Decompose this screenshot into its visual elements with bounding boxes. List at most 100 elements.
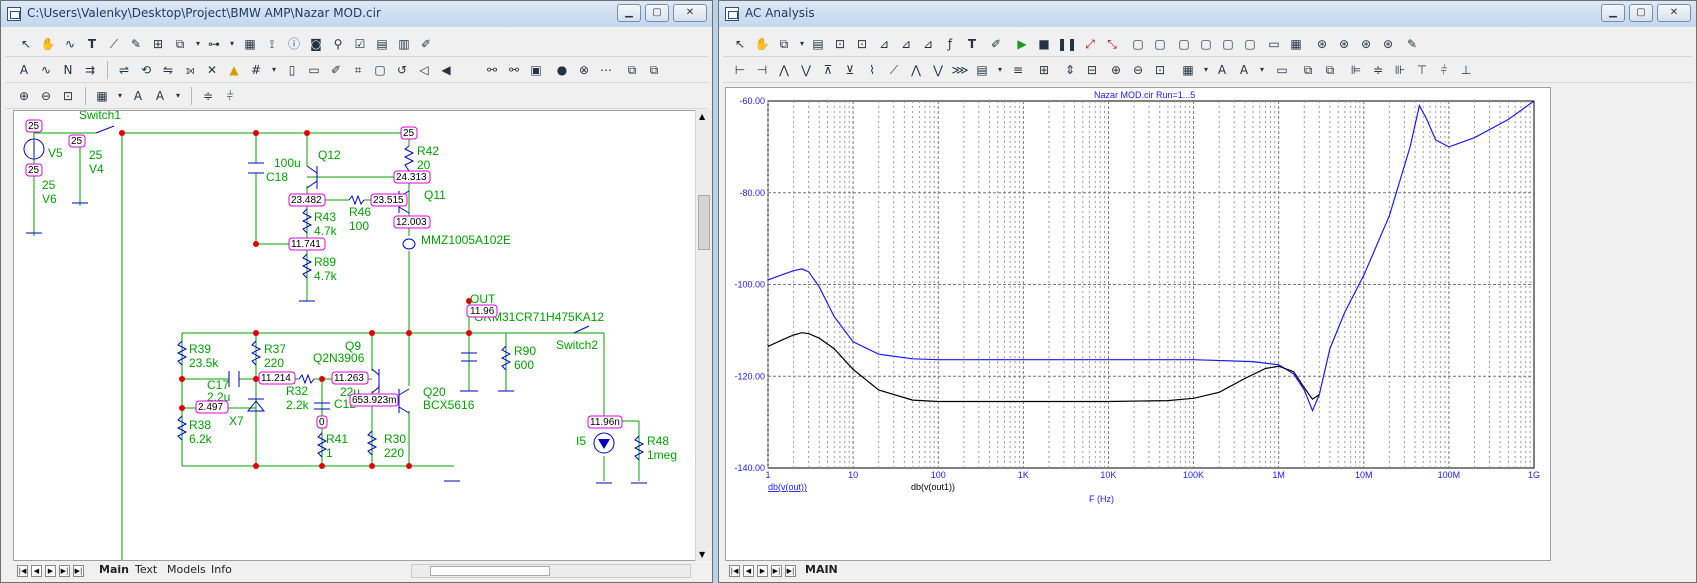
node-voltage-icon[interactable]: ∿: [37, 61, 55, 79]
zoom-fit-icon[interactable]: ⊡: [59, 87, 77, 105]
maximize-button[interactable]: ▢: [645, 4, 669, 22]
analysis-vertical-scrollbar[interactable]: [1551, 87, 1568, 561]
nav-prev[interactable]: ◀: [31, 565, 42, 577]
tokens-icon[interactable]: ⊟: [1083, 61, 1101, 79]
text-tool-icon[interactable]: T: [963, 35, 981, 53]
dropdown-icon[interactable]: ▾: [991, 61, 1009, 79]
tab-models[interactable]: Models: [165, 563, 208, 576]
align-right-icon[interactable]: ⊪: [1391, 61, 1409, 79]
nav-next[interactable]: ▶: [757, 565, 768, 577]
binocular-icon[interactable]: ⚯: [483, 61, 501, 79]
minimize-button[interactable]: ▁: [617, 4, 641, 22]
check-icon[interactable]: ☑: [351, 35, 369, 53]
cursor-left-icon[interactable]: ⊢: [731, 61, 749, 79]
horizontal-scrollbar[interactable]: [411, 564, 691, 578]
schematic-vertical-scrollbar[interactable]: ▲ ▼: [695, 110, 712, 561]
find-icon[interactable]: ⚲: [329, 35, 347, 53]
cursor-icon[interactable]: ⊿: [875, 35, 893, 53]
align-h-icon[interactable]: ⫩: [221, 87, 239, 105]
tab-main[interactable]: Main: [97, 563, 131, 576]
cross-icon[interactable]: ✕: [203, 61, 221, 79]
font-icon[interactable]: A: [129, 87, 147, 105]
zoom-2-icon[interactable]: ⊛: [1335, 35, 1353, 53]
valley-icon[interactable]: ⋁: [797, 61, 815, 79]
align-bottom-icon[interactable]: ⊥: [1457, 61, 1475, 79]
plot-3-icon[interactable]: ▢: [1175, 35, 1193, 53]
scale-2-icon[interactable]: ⊡: [853, 35, 871, 53]
pause-icon[interactable]: ❚❚: [1057, 35, 1077, 53]
run-icon[interactable]: ▶: [1013, 35, 1031, 53]
plot-5-icon[interactable]: ▢: [1219, 35, 1237, 53]
page-new-icon[interactable]: ▯: [283, 61, 301, 79]
zoom-in-icon[interactable]: ⊕: [15, 87, 33, 105]
align-top-icon[interactable]: ⊤: [1413, 61, 1431, 79]
info-icon[interactable]: ⓘ: [285, 35, 303, 53]
help-icon[interactable]: ◙: [307, 35, 325, 53]
rotate-icon[interactable]: ⟲: [137, 61, 155, 79]
hscroll-thumb[interactable]: [430, 566, 550, 576]
flip-icon[interactable]: ⇌: [115, 61, 133, 79]
align-center-icon[interactable]: ≑: [1369, 61, 1387, 79]
tab-main[interactable]: MAIN: [803, 563, 840, 576]
link-icon[interactable]: ⟟: [263, 35, 281, 53]
global-high-icon[interactable]: ⋀: [907, 61, 925, 79]
copy-icon[interactable]: ⧉: [171, 35, 189, 53]
nav-last[interactable]: ▶|: [771, 565, 782, 577]
numbers-icon[interactable]: ⊞: [1035, 61, 1053, 79]
pan-hand-icon[interactable]: ✋: [39, 35, 57, 53]
nav-prev[interactable]: ◀: [743, 565, 754, 577]
flip-x-icon[interactable]: ◁: [415, 61, 433, 79]
grid-icon[interactable]: #: [247, 61, 265, 79]
min-icon[interactable]: ⤡: [1103, 35, 1121, 53]
mirror-icon[interactable]: ⇋: [159, 61, 177, 79]
window-2-icon[interactable]: ⧉: [645, 61, 663, 79]
flip-y-icon[interactable]: ◀: [437, 61, 455, 79]
nav-last[interactable]: ▶|: [59, 565, 70, 577]
properties-icon[interactable]: ✐: [417, 35, 435, 53]
dropdown-icon-2[interactable]: ▾: [223, 35, 241, 53]
global-low-icon[interactable]: ⋁: [929, 61, 947, 79]
edit-icon[interactable]: ✎: [1403, 35, 1421, 53]
scroll-thumb[interactable]: [698, 195, 710, 250]
scroll-up-arrow[interactable]: ▲: [699, 112, 705, 121]
function-icon[interactable]: ƒ: [941, 35, 959, 53]
text-tool-icon[interactable]: T: [83, 35, 101, 53]
select-arrow-icon[interactable]: ↖: [17, 35, 35, 53]
zoom-3-icon[interactable]: ⊛: [1357, 35, 1375, 53]
close-button[interactable]: ✕: [1657, 4, 1691, 22]
bound-icon[interactable]: ▢: [371, 61, 389, 79]
table-icon[interactable]: ▦: [241, 35, 259, 53]
tree-icon[interactable]: ⊶: [205, 35, 223, 53]
cursor-right-icon[interactable]: ⊣: [753, 61, 771, 79]
font-icon[interactable]: A: [1213, 61, 1231, 79]
analysis-titlebar[interactable]: AC Analysis ▁ ▢ ✕: [719, 1, 1696, 27]
minimize-button[interactable]: ▁: [1601, 4, 1625, 22]
zoom-icon[interactable]: ⊛: [1313, 35, 1331, 53]
close-button[interactable]: ✕: [673, 4, 707, 22]
dropdown-icon-3[interactable]: ▾: [1253, 61, 1271, 79]
attributes-icon[interactable]: ⇉: [81, 61, 99, 79]
pin-names-icon[interactable]: N: [59, 61, 77, 79]
go-to-icon[interactable]: ⋙: [951, 61, 969, 79]
select-arrow-icon[interactable]: ↖: [731, 35, 749, 53]
schematic-titlebar[interactable]: C:\Users\Valenky\Desktop\Project\BMW AMP…: [1, 1, 712, 27]
zoom-fit-icon[interactable]: ⊡: [1151, 61, 1169, 79]
nav-first[interactable]: |◀: [729, 565, 740, 577]
high-icon[interactable]: ⊼: [819, 61, 837, 79]
cursor-3-icon[interactable]: ⊿: [919, 35, 937, 53]
plot-6-icon[interactable]: ▢: [1241, 35, 1259, 53]
component-icon[interactable]: ⊞: [149, 35, 167, 53]
low-icon[interactable]: ⊻: [841, 61, 859, 79]
grid-settings-icon[interactable]: ▤: [373, 35, 391, 53]
window-icon[interactable]: ▭: [1273, 61, 1291, 79]
font-size-icon[interactable]: A: [1235, 61, 1253, 79]
maximize-button[interactable]: ▢: [1629, 4, 1653, 22]
stop-icon[interactable]: ●: [553, 61, 571, 79]
graph-icon[interactable]: ▤: [809, 35, 827, 53]
tab-info[interactable]: Info: [209, 563, 234, 576]
more-icon[interactable]: ⋯: [597, 61, 615, 79]
list-icon[interactable]: ≡: [1009, 61, 1027, 79]
warning-icon[interactable]: ▲: [225, 61, 243, 79]
fit-icon[interactable]: ⇕: [1061, 61, 1079, 79]
line-tool-icon[interactable]: ⟋: [105, 35, 123, 53]
